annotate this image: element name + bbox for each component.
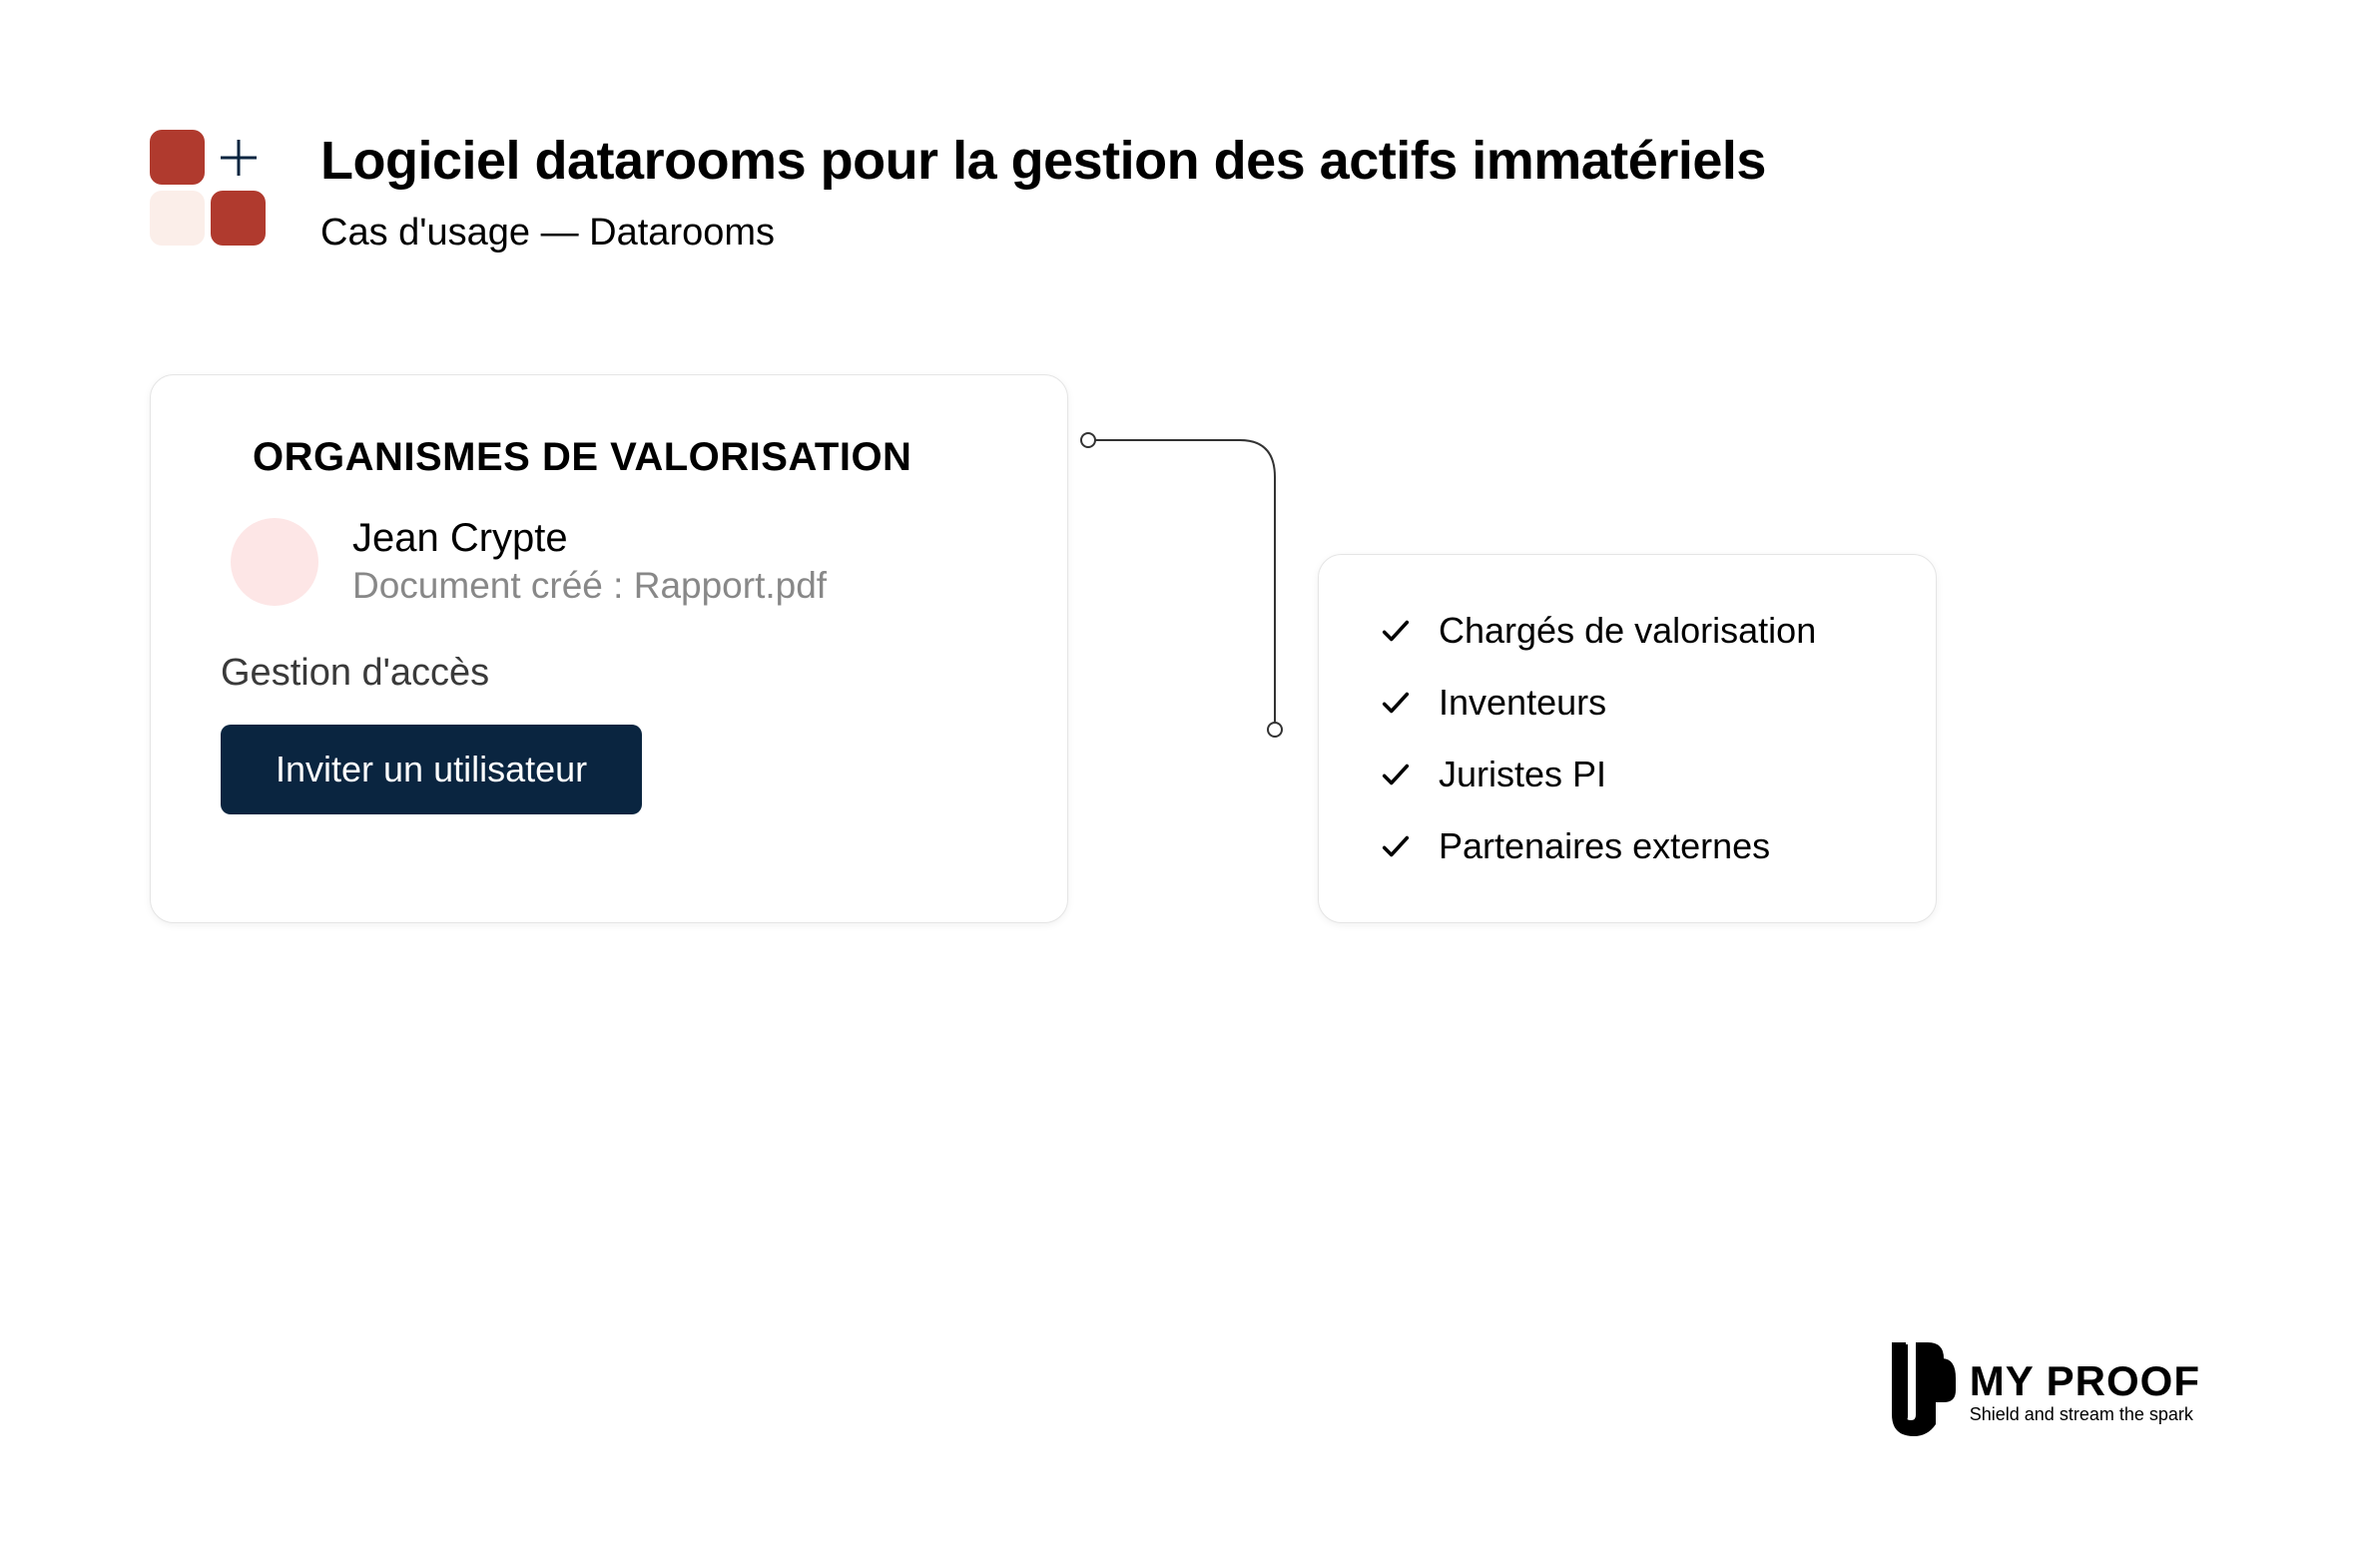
card-title: ORGANISMES DE VALORISATION xyxy=(253,435,997,480)
brand-text: MY PROOF Shield and stream the spark xyxy=(1970,1360,2200,1425)
app-logo xyxy=(150,130,266,246)
list-item: Juristes PI xyxy=(1379,754,1876,795)
user-name: Jean Crypte xyxy=(352,516,827,561)
check-icon xyxy=(1379,829,1413,863)
brand-logo: MY PROOF Shield and stream the spark xyxy=(1886,1340,2200,1445)
user-document: Document créé : Rapport.pdf xyxy=(352,565,827,607)
plus-icon xyxy=(211,130,266,185)
list-item: Partenaires externes xyxy=(1379,825,1876,867)
brand-tagline: Shield and stream the spark xyxy=(1970,1404,2200,1425)
list-item: Inventeurs xyxy=(1379,682,1876,724)
logo-square-1 xyxy=(150,130,205,185)
header-text: Logiciel datarooms pour la gestion des a… xyxy=(320,130,1766,255)
avatar xyxy=(231,518,318,606)
check-icon xyxy=(1379,758,1413,791)
role-label: Partenaires externes xyxy=(1439,825,1770,867)
logo-square-4 xyxy=(211,191,266,246)
roles-list: Chargés de valorisation Inventeurs Juris… xyxy=(1379,610,1876,867)
role-label: Juristes PI xyxy=(1439,754,1606,795)
brand-name: MY PROOF xyxy=(1970,1360,2200,1402)
user-info: Jean Crypte Document créé : Rapport.pdf xyxy=(352,516,827,607)
content-area: ORGANISMES DE VALORISATION Jean Crypte D… xyxy=(150,374,2230,923)
logo-square-3 xyxy=(150,191,205,246)
list-item: Chargés de valorisation xyxy=(1379,610,1876,652)
invite-user-button[interactable]: Inviter un utilisateur xyxy=(221,725,642,814)
brand-shield-icon xyxy=(1886,1340,1956,1445)
page-header: Logiciel datarooms pour la gestion des a… xyxy=(150,130,2230,255)
check-icon xyxy=(1379,686,1413,720)
check-icon xyxy=(1379,614,1413,648)
page-title: Logiciel datarooms pour la gestion des a… xyxy=(320,130,1766,192)
organisation-card: ORGANISMES DE VALORISATION Jean Crypte D… xyxy=(150,374,1068,923)
page-subtitle: Cas d'usage — Datarooms xyxy=(320,212,1766,255)
role-label: Chargés de valorisation xyxy=(1439,610,1816,652)
user-row: Jean Crypte Document créé : Rapport.pdf xyxy=(231,516,997,607)
access-management-label: Gestion d'accès xyxy=(221,652,997,695)
role-label: Inventeurs xyxy=(1439,682,1606,724)
roles-card: Chargés de valorisation Inventeurs Juris… xyxy=(1318,554,1937,923)
